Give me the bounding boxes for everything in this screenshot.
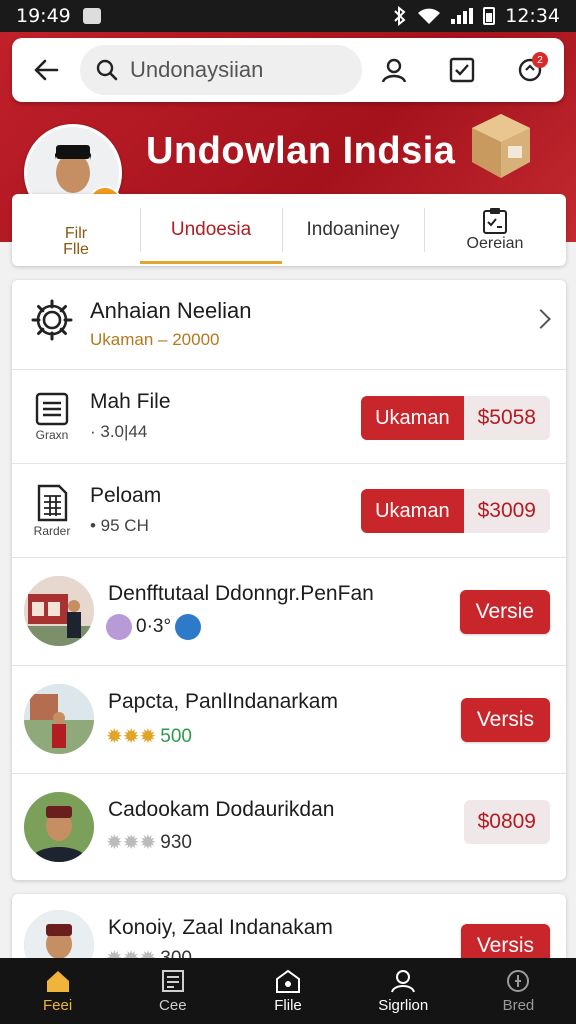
file-row[interactable]: Graxn Mah File · 3.0|44 Ukaman $5058 <box>12 370 566 464</box>
purple-badge-icon <box>106 614 132 640</box>
nav-file[interactable]: Flile <box>230 958 345 1024</box>
tab-file-line1: Filr <box>64 225 88 242</box>
person-name: Cadookam Dodaurikdan <box>108 798 335 821</box>
document-icon: Graxn <box>30 392 74 442</box>
person-meta: 0·3° <box>106 614 202 640</box>
person-meta-text: 930 <box>160 831 192 853</box>
search-input[interactable] <box>130 57 330 83</box>
nav-list[interactable]: Cee <box>115 958 230 1024</box>
file-icon-caption: Rarder <box>33 524 71 538</box>
file-sub: · 3.0|44 <box>90 422 148 441</box>
package-box-icon <box>472 114 530 178</box>
tab-oereian[interactable]: Oereian <box>424 194 566 266</box>
tab-label: Oereian <box>466 235 524 252</box>
content-list: Anhaian Neelian Ukaman – 20000 Graxn Mah… <box>12 280 566 880</box>
tab-indoaniney[interactable]: Indoaniney <box>282 194 424 266</box>
person-photo <box>24 684 94 754</box>
back-button[interactable] <box>26 50 66 90</box>
gear-icon <box>30 298 74 342</box>
status-clock: 12:34 <box>505 5 560 27</box>
tab-bar: Filr Flle Undoesia Indoaniney Oereian <box>12 194 566 266</box>
file-row[interactable]: Rarder Peloam • 95 CH Ukaman $3009 <box>12 464 566 558</box>
chevron-right-icon <box>531 309 551 329</box>
price-tag[interactable]: $0809 <box>463 800 550 844</box>
status-bar: 19:49 12:34 <box>0 0 576 32</box>
person-row[interactable]: Papcta, PanlIndanarkam ✹✹✹ 500 Versis <box>12 666 566 774</box>
person-meta: ✹✹✹ 930 <box>106 830 192 855</box>
tab-file-line2: Flle <box>63 241 89 258</box>
file-action-group: Ukaman $3009 <box>361 489 550 533</box>
top-app-bar: 2 <box>12 38 564 102</box>
nav-label: Feei <box>43 996 73 1014</box>
file-icon-caption: Graxn <box>35 428 69 442</box>
nav-profile[interactable]: Sigrlion <box>346 958 461 1024</box>
ukaman-button[interactable]: Ukaman <box>361 396 464 440</box>
rating-stars-icon: ✹✹✹ <box>106 832 157 854</box>
file-action-group: Ukaman $5058 <box>361 396 550 440</box>
sim-icon <box>82 8 101 24</box>
user-icon <box>381 58 407 83</box>
notifications-button[interactable]: 2 <box>510 50 550 90</box>
version-button[interactable]: Versie <box>459 590 550 634</box>
search-icon <box>96 59 118 81</box>
bluetooth-icon <box>394 6 406 26</box>
rating-stars-icon: ✹✹✹ <box>106 726 157 748</box>
person-row[interactable]: Denfftutaal Ddonngr.PenFan 0·3° Versie <box>12 558 566 666</box>
nav-explore[interactable]: Bred <box>461 958 576 1024</box>
file-icon <box>276 969 300 993</box>
person-icon <box>391 969 416 992</box>
settings-row[interactable]: Anhaian Neelian Ukaman – 20000 <box>12 280 566 370</box>
person-photo <box>24 576 94 646</box>
status-time: 19:49 <box>16 5 71 27</box>
nav-label: Bred <box>502 996 535 1014</box>
person-name: Konoiy, Zaal Indanakam <box>108 916 333 939</box>
nav-label: Flile <box>274 996 302 1014</box>
clipboard-icon <box>483 208 507 234</box>
tab-file[interactable]: Filr Flle <box>12 194 140 266</box>
person-meta: ✹✹✹ 500 <box>106 724 192 749</box>
checkbox-icon <box>449 57 475 83</box>
profile-button[interactable] <box>374 50 414 90</box>
file-sub: • 95 CH <box>90 516 149 535</box>
globe-badge-icon <box>175 614 202 640</box>
ukaman-button[interactable]: Ukaman <box>361 489 464 533</box>
person-name: Papcta, PanlIndanarkam <box>108 690 338 713</box>
tasks-button[interactable] <box>442 50 482 90</box>
battery-icon <box>483 7 496 25</box>
bottom-navigation: Feei Cee Flile Sigrlion Bred <box>0 958 576 1024</box>
search-box[interactable] <box>80 45 362 95</box>
tab-label: Indoaniney <box>306 219 400 240</box>
person-meta-text: 0·3° <box>136 616 172 637</box>
home-icon <box>46 970 69 992</box>
notification-badge: 2 <box>532 52 548 68</box>
spreadsheet-icon: Rarder <box>30 484 74 538</box>
person-row[interactable]: Cadookam Dodaurikdan ✹✹✹ 930 $0809 <box>12 774 566 880</box>
compass-icon <box>507 969 530 992</box>
file-title: Mah File <box>90 390 171 413</box>
list-icon <box>161 969 184 992</box>
page-title: Undowlan Indsia <box>146 130 456 172</box>
file-title: Peloam <box>90 484 162 507</box>
price-tag[interactable]: $3009 <box>463 489 550 533</box>
tab-undoesia[interactable]: Undoesia <box>140 194 282 266</box>
tab-label: Undoesia <box>170 219 252 240</box>
version-button[interactable]: Versis <box>460 698 550 742</box>
settings-title: Anhaian Neelian <box>90 298 252 323</box>
settings-sub: Ukaman – 20000 <box>90 330 220 349</box>
price-tag[interactable]: $5058 <box>463 396 550 440</box>
back-arrow-icon <box>34 59 59 81</box>
signal-icon <box>451 8 474 24</box>
person-name: Denfftutaal Ddonngr.PenFan <box>108 582 374 605</box>
wifi-icon <box>418 8 441 24</box>
nav-label: Sigrlion <box>378 996 429 1014</box>
nav-home[interactable]: Feei <box>0 958 115 1024</box>
person-meta-text: 500 <box>160 725 192 747</box>
nav-label: Cee <box>159 996 187 1014</box>
person-photo <box>24 792 94 862</box>
